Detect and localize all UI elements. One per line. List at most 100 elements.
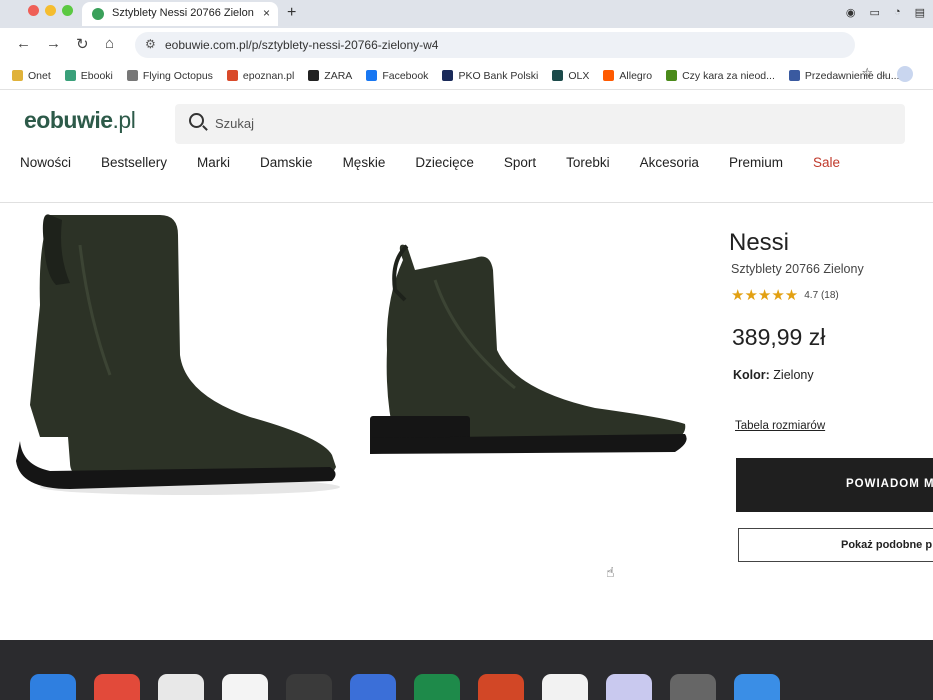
screen: Sztyblety Nessi 20766 Zielon × + ◉ ▭ ◔ ▤…: [0, 0, 933, 640]
bookmark-label: Flying Octopus: [142, 69, 213, 82]
reload-icon[interactable]: ↻: [76, 35, 89, 53]
menu-item-sport[interactable]: Sport: [504, 155, 536, 170]
bookmark-favicon-icon: [64, 70, 76, 81]
size-table-link[interactable]: Tabela rozmiarów: [735, 420, 825, 432]
powerpoint-icon[interactable]: [478, 674, 524, 700]
product-price: 389,99 zł: [732, 324, 826, 350]
launchpad-icon[interactable]: [158, 674, 204, 700]
rating-stars-icon: ★★★★★: [731, 287, 799, 304]
search-box[interactable]: Szukaj: [175, 104, 905, 144]
header-divider: [0, 202, 933, 203]
site-settings-icon[interactable]: ⚙: [145, 37, 156, 51]
calendar-icon[interactable]: [222, 674, 268, 700]
menu-item-męskie[interactable]: Męskie: [343, 155, 386, 170]
search-icon: [189, 113, 204, 128]
bookmark-item[interactable]: Czy kara za nieod...: [666, 70, 775, 82]
back-arrow-icon[interactable]: ←: [16, 35, 31, 52]
bookmark-label: ZARA: [324, 69, 353, 82]
browser-tab[interactable]: Sztyblety Nessi 20766 Zielon ×: [82, 2, 278, 26]
word-icon[interactable]: [350, 674, 396, 700]
bookmark-item[interactable]: ZARA: [308, 70, 352, 82]
color-value: Zielony: [773, 368, 814, 382]
notify-button[interactable]: POWIADOM M: [736, 458, 933, 512]
terminal-icon[interactable]: [286, 674, 332, 700]
system-tray: ◉ ▭ ◔ ▤: [846, 6, 925, 19]
forward-arrow-icon[interactable]: →: [46, 35, 61, 52]
product-color: Kolor: Zielony: [733, 368, 814, 382]
bookmark-item[interactable]: PKO Bank Polski: [442, 70, 538, 82]
close-window-button[interactable]: [28, 5, 39, 16]
site-favicon-icon: [92, 8, 104, 20]
bookmark-item[interactable]: Onet: [12, 70, 51, 82]
site-logo[interactable]: eobuwie.pl: [24, 107, 136, 134]
bookmark-favicon-icon: [603, 70, 615, 81]
bookmarks-bar: Onet Ebooki Flying Octopus epoznan.pl ZARA Fa…: [0, 62, 933, 90]
new-tab-button[interactable]: +: [287, 4, 296, 22]
photos-icon[interactable]: [542, 674, 588, 700]
product-subtitle: Sztyblety 20766 Zielony: [731, 262, 864, 276]
profile-avatar[interactable]: [897, 66, 913, 82]
bookmark-label: epoznan.pl: [242, 69, 295, 82]
bookmark-item[interactable]: Allegro: [603, 70, 652, 82]
main-menu: Nowości Bestsellery Marki Damskie Męskie Dzie…: [20, 155, 870, 170]
dock: [30, 674, 930, 700]
tab-strip: Sztyblety Nessi 20766 Zielon × + ◉ ▭ ◔ ▤: [0, 0, 933, 28]
menu-item-premium[interactable]: Premium: [729, 155, 783, 170]
bookmark-item[interactable]: epoznan.pl: [226, 69, 295, 82]
bookmark-favicon-icon: [308, 70, 320, 81]
bookmark-favicon-icon: [442, 70, 454, 81]
product-name: Nessi: [729, 229, 790, 256]
menu-item-akcesoria[interactable]: Akcesoria: [640, 155, 699, 170]
color-label: Kolor:: [733, 368, 770, 382]
bookmark-label: PKO Bank Polski: [458, 69, 539, 82]
bookmark-star-icon[interactable]: ☆: [861, 65, 873, 81]
menu-item-sale[interactable]: Sale: [813, 155, 840, 170]
tab-title: Sztyblety Nessi 20766 Zielon: [112, 7, 254, 19]
menu-item-damskie[interactable]: Damskie: [260, 155, 313, 170]
bookmark-item[interactable]: Facebook: [366, 70, 428, 82]
tab-close-icon[interactable]: ×: [263, 6, 270, 20]
bookmark-label: Przedawnienie dłu...: [804, 69, 900, 82]
bookmark-item[interactable]: Przedawnienie dłu...: [788, 69, 900, 82]
bookmark-label: Onet: [28, 69, 51, 82]
logo-suffix: .pl: [112, 107, 136, 133]
chrome-icon[interactable]: [94, 674, 140, 700]
menu-item-nowości[interactable]: Nowości: [20, 155, 71, 170]
bookmark-label: Allegro: [619, 69, 653, 82]
finder-icon[interactable]: [30, 674, 76, 700]
address-bar[interactable]: ⚙ eobuwie.com.pl/p/sztyblety-nessi-20766…: [135, 32, 855, 58]
bookmark-favicon-icon: [126, 70, 138, 81]
menu-item-bestsellery[interactable]: Bestsellery: [101, 155, 167, 170]
excel-icon[interactable]: [414, 674, 460, 700]
control-center-icon[interactable]: ▤: [915, 6, 925, 19]
menu-item-dziecięce[interactable]: Dziecięce: [415, 155, 474, 170]
bookmark-favicon-icon: [366, 70, 378, 81]
search-placeholder: Szukaj: [215, 116, 255, 131]
screen-record-icon[interactable]: ◉: [846, 6, 856, 19]
bookmark-item[interactable]: OLX: [552, 70, 589, 82]
review-count: (18): [820, 289, 839, 301]
bookmark-label: Facebook: [382, 69, 429, 82]
bookmark-item[interactable]: Ebooki: [64, 70, 113, 82]
bookmark-label: Czy kara za nieod...: [682, 69, 775, 82]
home-icon[interactable]: ⌂: [105, 35, 114, 52]
product-image-main[interactable]: [10, 205, 350, 495]
settings-icon[interactable]: [670, 674, 716, 700]
mail-icon[interactable]: [734, 674, 780, 700]
menu-item-marki[interactable]: Marki: [197, 155, 230, 170]
battery-icon[interactable]: ▭: [870, 6, 880, 19]
minimize-window-button[interactable]: [45, 5, 56, 16]
xcode-icon[interactable]: [606, 674, 652, 700]
hand-cursor-icon: ☝: [606, 564, 615, 580]
wifi-icon[interactable]: ◔: [894, 6, 901, 19]
maximize-window-button[interactable]: [62, 5, 73, 16]
bookmark-favicon-icon: [788, 70, 800, 81]
product-rating[interactable]: ★★★★★ 4.7 (18): [731, 286, 839, 304]
show-similar-button[interactable]: Pokaż podobne p: [738, 528, 933, 562]
browser-toolbar: ← → ↻ ⌂ ⚙ eobuwie.com.pl/p/sztyblety-nes…: [0, 28, 933, 62]
bookmark-favicon-icon: [12, 70, 23, 81]
bookmark-favicon-icon: [666, 70, 678, 81]
menu-item-torebki[interactable]: Torebki: [566, 155, 610, 170]
bookmark-item[interactable]: Flying Octopus: [126, 69, 213, 82]
product-image-side[interactable]: [365, 240, 695, 460]
